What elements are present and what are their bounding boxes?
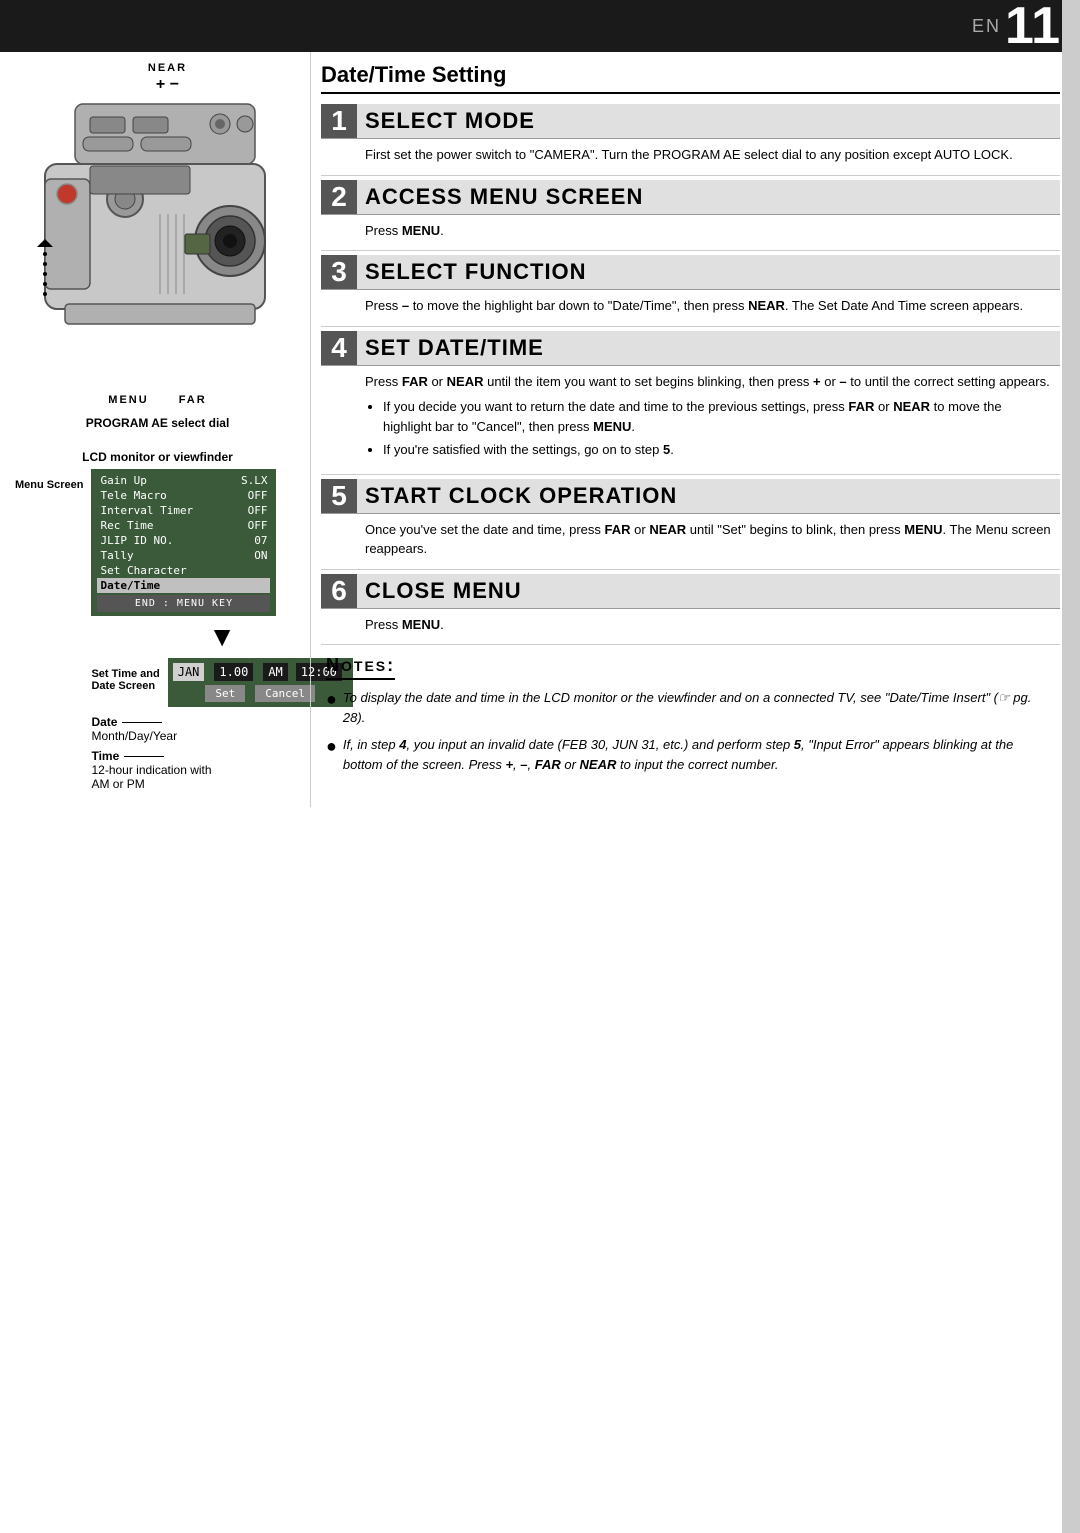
value-box: 1.00: [214, 663, 253, 681]
step-6-number: 6: [321, 574, 357, 608]
menu-item: TallyON: [97, 548, 270, 563]
step-4-section: 4 Set Date/Time Press FAR or NEAR until …: [321, 331, 1060, 475]
menu-item-date-time: Date/Time: [97, 578, 270, 593]
end-menu-key: END : MENU KEY: [97, 595, 270, 612]
step-2-header: 2 Access Menu Screen: [321, 180, 1060, 215]
header-bar: EN 11: [0, 0, 1080, 52]
step-3-title: Select Function: [357, 255, 595, 289]
menu-item: Tele MacroOFF: [97, 488, 270, 503]
step-3-body: Press – to move the highlight bar down t…: [321, 290, 1060, 327]
camera-svg: [15, 99, 300, 359]
right-column: Date/Time Setting 1 Select Mode First se…: [310, 52, 1080, 807]
step-4-title: Set Date/Time: [357, 331, 552, 365]
lcd-monitor-label: LCD monitor or viewfinder: [15, 450, 300, 464]
set-button[interactable]: Set: [205, 685, 245, 702]
step-3-section: 3 Select Function Press – to move the hi…: [321, 255, 1060, 327]
menu-item: Interval TimerOFF: [97, 503, 270, 518]
en-label: EN: [972, 16, 1001, 37]
program-ae-label: PROGRAM AE select dial: [15, 416, 300, 430]
ampm-box: AM: [263, 663, 287, 681]
near-label: NEAR: [35, 62, 300, 74]
note-item-2: ● If, in step 4, you input an invalid da…: [326, 735, 1055, 774]
note-text-1: To display the date and time in the LCD …: [343, 688, 1055, 727]
step-1-header: 1 Select Mode: [321, 104, 1060, 139]
step-6-header: 6 Close Menu: [321, 574, 1060, 609]
notes-title: NOTES:: [326, 655, 395, 680]
note-bullet-1: ●: [326, 690, 337, 708]
right-gray-bar: [1062, 0, 1080, 1533]
step-6-title: Close Menu: [357, 574, 530, 608]
plus-minus-label: + −: [35, 76, 300, 94]
main-layout: NEAR + −: [0, 52, 1080, 807]
left-column: NEAR + −: [0, 52, 310, 807]
lcd-screen: Gain UpS.LX Tele MacroOFF Interval Timer…: [91, 469, 276, 616]
step-5-section: 5 Start Clock Operation Once you've set …: [321, 479, 1060, 570]
menu-far-label: MENU FAR: [15, 394, 300, 406]
note-text-2: If, in step 4, you input an invalid date…: [343, 735, 1055, 774]
far-label: FAR: [179, 394, 207, 406]
step-2-number: 2: [321, 180, 357, 214]
note-item-1: ● To display the date and time in the LC…: [326, 688, 1055, 727]
step-5-number: 5: [321, 479, 357, 513]
month-box: JAN: [173, 663, 205, 681]
step-2-title: Access Menu Screen: [357, 180, 651, 214]
menu-item: Gain UpS.LX: [97, 473, 270, 488]
step-4-header: 4 Set Date/Time: [321, 331, 1060, 366]
set-time-and-date-label: Set Time andDate Screen: [91, 668, 159, 692]
menu-screen-label: Menu Screen: [15, 479, 83, 491]
cancel-button[interactable]: Cancel: [255, 685, 315, 702]
step-6-body: Press MENU.: [321, 609, 1060, 646]
step-6-section: 6 Close Menu Press MENU.: [321, 574, 1060, 646]
step-5-header: 5 Start Clock Operation: [321, 479, 1060, 514]
time-label: Time: [91, 749, 119, 763]
date-dash: [122, 722, 162, 723]
step-5-title: Start Clock Operation: [357, 479, 685, 513]
step-2-body: Press MENU.: [321, 215, 1060, 252]
step-2-section: 2 Access Menu Screen Press MENU.: [321, 180, 1060, 252]
lcd-section: LCD monitor or viewfinder Menu Screen Ga…: [15, 450, 300, 797]
date-label: Date: [91, 715, 117, 729]
step-3-header: 3 Select Function: [321, 255, 1060, 290]
menu-item: Rec TimeOFF: [97, 518, 270, 533]
bullet-item: If you decide you want to return the dat…: [383, 397, 1052, 436]
step-1-section: 1 Select Mode First set the power switch…: [321, 104, 1060, 176]
menu-item: JLIP ID NO.07: [97, 533, 270, 548]
notes-section: NOTES: ● To display the date and time in…: [321, 655, 1060, 774]
step-1-title: Select Mode: [357, 104, 543, 138]
menu-label: MENU: [108, 394, 148, 406]
step-4-body: Press FAR or NEAR until the item you wan…: [321, 366, 1060, 475]
step-4-number: 4: [321, 331, 357, 365]
bullet-item: If you're satisfied with the settings, g…: [383, 440, 1052, 460]
lcd-screen-area: Menu Screen Gain UpS.LX Tele MacroOFF In…: [15, 469, 300, 797]
step-4-bullets: If you decide you want to return the dat…: [365, 397, 1052, 460]
step-3-number: 3: [321, 255, 357, 289]
step-1-body: First set the power switch to "CAMERA". …: [321, 139, 1060, 176]
page-number: 11: [1005, 0, 1060, 52]
camera-diagram: [15, 99, 300, 389]
time-dash: [124, 756, 164, 757]
step-5-body: Once you've set the date and time, press…: [321, 514, 1060, 570]
page-title: Date/Time Setting: [321, 62, 1060, 94]
step-1-number: 1: [321, 104, 357, 138]
menu-item: Set Character: [97, 563, 270, 578]
note-bullet-2: ●: [326, 737, 337, 755]
menu-table: Gain UpS.LX Tele MacroOFF Interval Timer…: [97, 473, 270, 593]
